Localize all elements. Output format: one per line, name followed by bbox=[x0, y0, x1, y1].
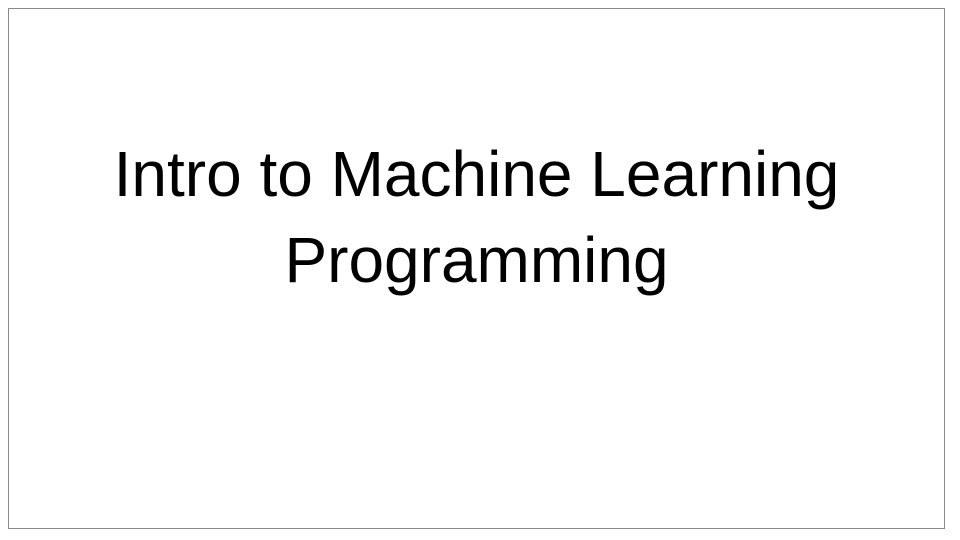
slide-canvas: Intro to Machine Learning Programming bbox=[8, 8, 945, 529]
slide-title-line-2: Programming bbox=[284, 224, 669, 296]
slide-title: Intro to Machine Learning Programming bbox=[9, 131, 944, 303]
slide-title-line-1: Intro to Machine Learning bbox=[113, 138, 840, 210]
